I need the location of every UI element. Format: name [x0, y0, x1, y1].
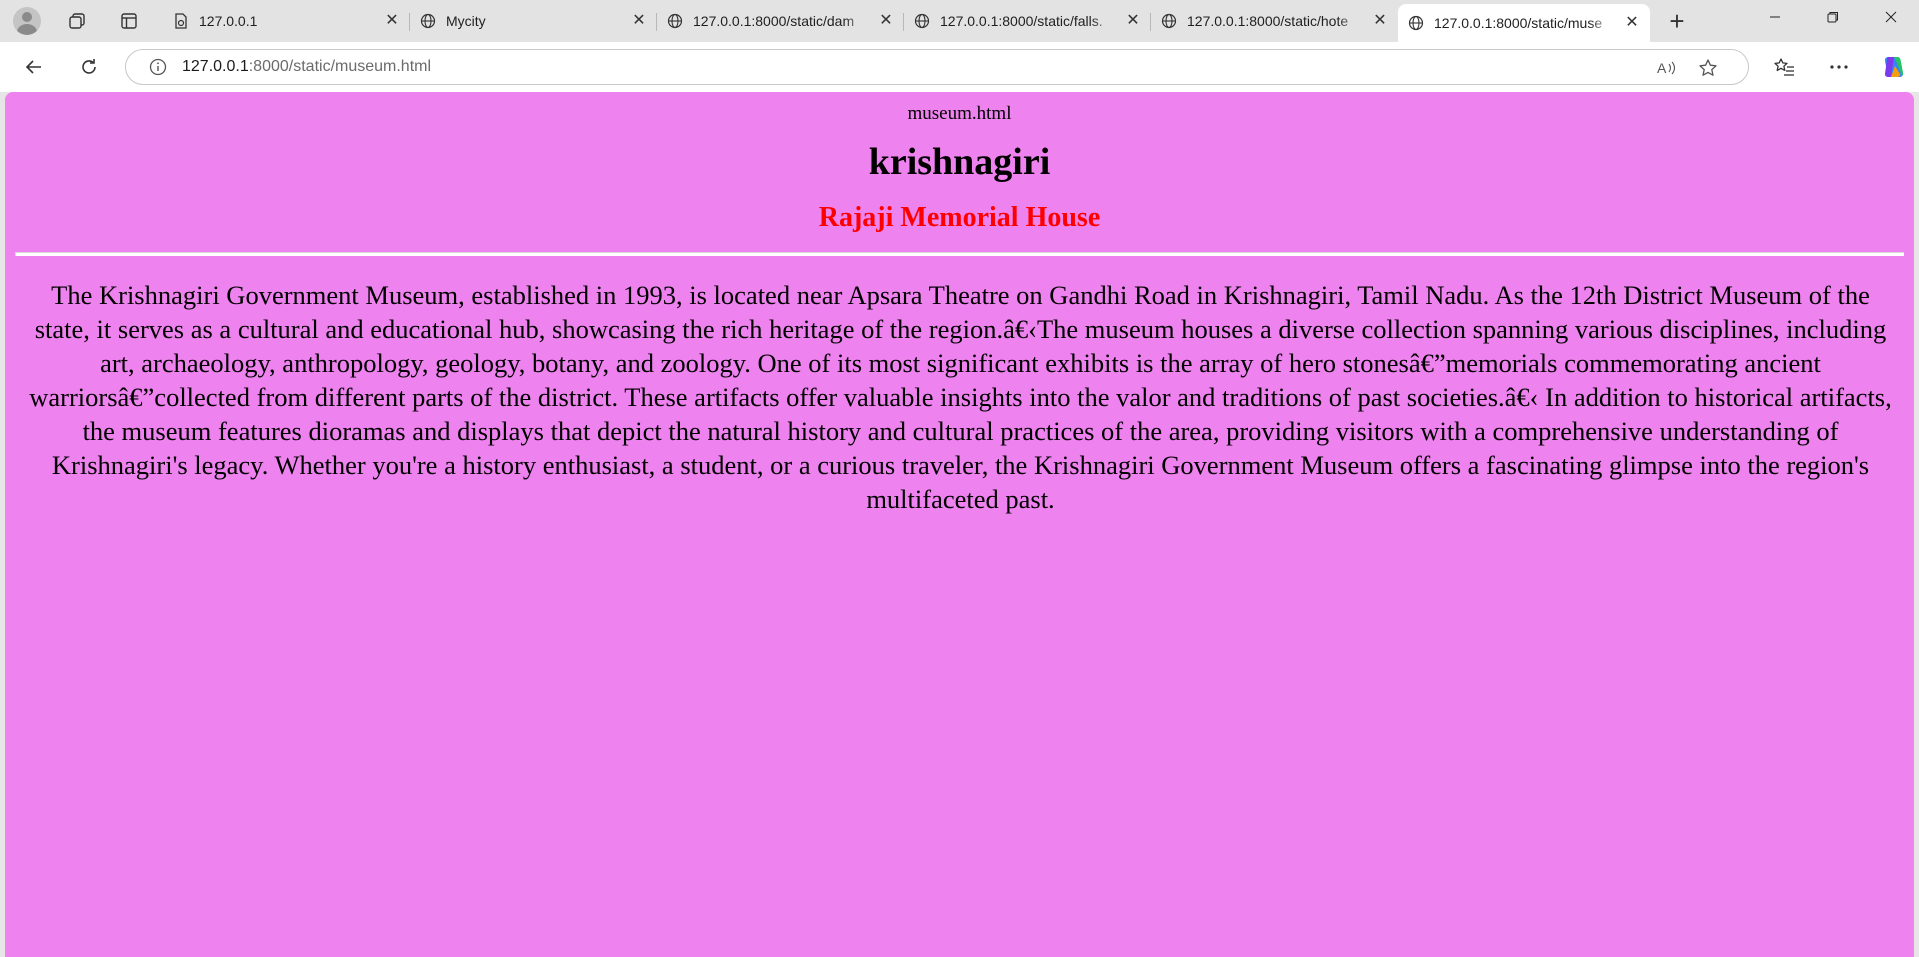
tab-title: 127.0.0.1:8000/static/dam [693, 13, 855, 29]
read-aloud-icon: A [1657, 60, 1676, 76]
page-subheading: Rajaji Memorial House [818, 202, 1101, 233]
close-icon[interactable]: ✕ [878, 13, 894, 29]
browser-toolbar: 127.0.0.1:8000/static/museum.html A [0, 42, 1919, 92]
address-bar[interactable]: 127.0.0.1:8000/static/museum.html A [125, 49, 1749, 85]
globe-icon [1161, 13, 1177, 29]
copilot-button[interactable] [1877, 51, 1909, 83]
page-content: museum.html krishnagiri Rajaji Memorial … [5, 92, 1914, 957]
refresh-button[interactable] [73, 51, 105, 83]
page-heading: krishnagiri [868, 141, 1051, 183]
tab-title: 127.0.0.1:8000/static/muse [1434, 15, 1603, 31]
favorites-button[interactable] [1768, 51, 1800, 83]
horizontal-divider [15, 252, 1904, 256]
refresh-icon [82, 59, 96, 74]
minimize-icon [1770, 16, 1780, 18]
globe-icon [420, 13, 436, 29]
museum-description: The Krishnagiri Government Museum, estab… [29, 280, 1892, 514]
tab-title: 127.0.0.1 [199, 13, 258, 29]
favorites-list-icon [1774, 58, 1794, 76]
close-window-button[interactable] [1868, 0, 1914, 34]
globe-icon [914, 13, 930, 29]
avatar-icon [13, 7, 41, 35]
tab-5-active[interactable]: 127.0.0.1:8000/static/muse ✕ [1398, 4, 1650, 42]
close-icon[interactable]: ✕ [1372, 13, 1388, 29]
url-text[interactable]: 127.0.0.1:8000/static/museum.html [182, 58, 431, 76]
new-tab-button[interactable]: + [1660, 6, 1694, 36]
tab-title: Mycity [446, 13, 486, 29]
tab-1[interactable]: Mycity ✕ [410, 4, 657, 38]
close-icon[interactable]: ✕ [1624, 15, 1640, 31]
profile-button[interactable] [10, 6, 44, 36]
close-icon[interactable]: ✕ [1125, 13, 1141, 29]
copilot-icon [1884, 57, 1904, 77]
svg-text:A: A [1657, 60, 1667, 76]
close-icon[interactable]: ✕ [384, 13, 400, 29]
close-icon [1885, 11, 1897, 23]
more-icon [1830, 65, 1848, 69]
back-button[interactable] [18, 51, 50, 83]
back-arrow-icon [25, 60, 41, 74]
restore-button[interactable] [1810, 0, 1856, 34]
minimize-button[interactable] [1752, 0, 1798, 34]
tab-title: 127.0.0.1:8000/static/falls. [940, 13, 1103, 29]
restore-icon [1827, 12, 1838, 23]
settings-more-button[interactable] [1823, 51, 1855, 83]
tab-4[interactable]: 127.0.0.1:8000/static/hote ✕ [1151, 4, 1398, 38]
page-icon [175, 13, 187, 29]
url-host: 127.0.0.1 [182, 58, 249, 75]
tab-2[interactable]: 127.0.0.1:8000/static/dam ✕ [657, 4, 904, 38]
read-aloud-button[interactable]: A [1656, 57, 1678, 79]
url-path: :8000/static/museum.html [248, 58, 432, 75]
globe-icon [1408, 15, 1424, 31]
workspaces-icon [69, 13, 85, 29]
tab-strip: 127.0.0.1 ✕ Mycity ✕ 127.0.0.1:8000/stat… [0, 0, 1919, 42]
star-icon [1699, 59, 1717, 76]
site-info-icon[interactable] [148, 57, 168, 77]
favorite-button[interactable] [1697, 57, 1719, 79]
tab-0[interactable]: 127.0.0.1 ✕ [163, 4, 410, 38]
tab-3[interactable]: 127.0.0.1:8000/static/falls. ✕ [904, 4, 1151, 38]
tab-actions-button[interactable] [112, 6, 146, 36]
globe-icon [667, 13, 683, 29]
close-icon[interactable]: ✕ [631, 13, 647, 29]
document-filename: museum.html [907, 103, 1012, 124]
workspaces-button[interactable] [60, 6, 94, 36]
tab-title: 127.0.0.1:8000/static/hote [1187, 13, 1349, 29]
plus-icon: + [1669, 5, 1685, 36]
vertical-tabs-icon [121, 13, 137, 29]
